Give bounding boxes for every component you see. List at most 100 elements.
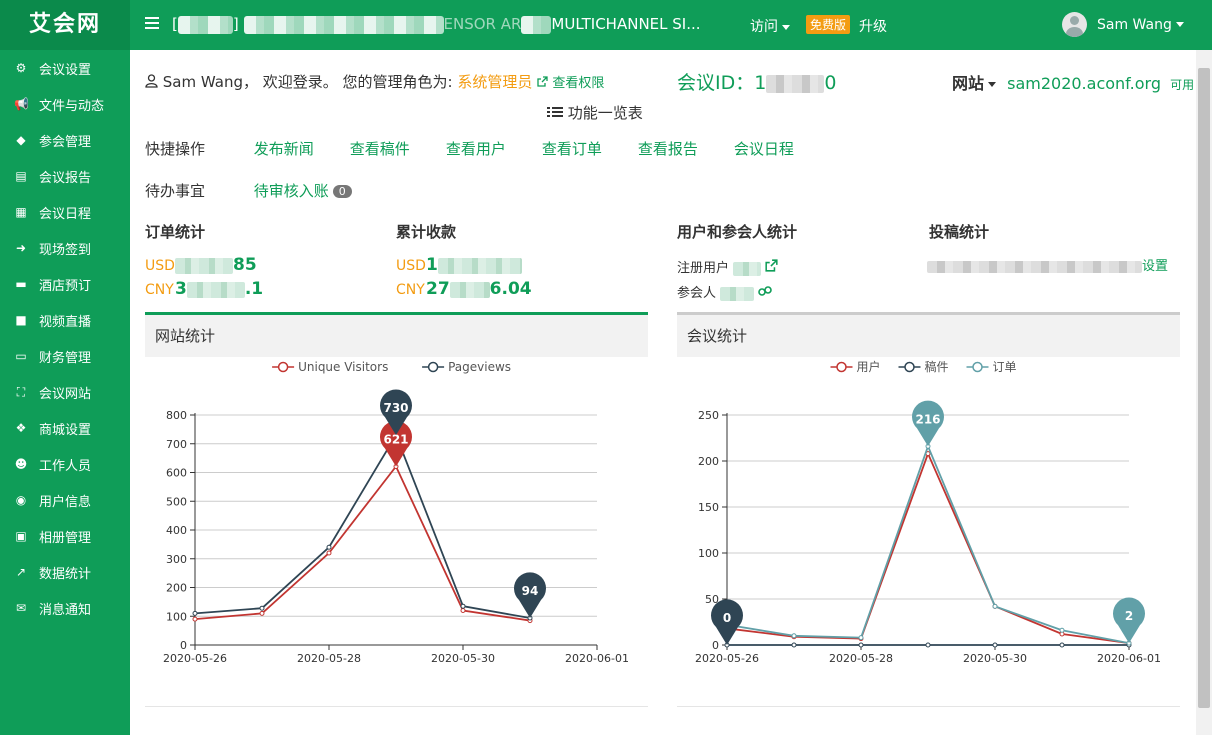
sidebar-item[interactable]: ■ 视频直播 — [0, 302, 130, 338]
orders-stats-title: 订单统计 — [145, 223, 206, 241]
bullhorn-icon: 📢 — [14, 97, 29, 111]
data-pin-label: 2 — [1125, 609, 1133, 623]
scrollbar-thumb[interactable] — [1198, 68, 1210, 708]
top-bar: 艾会网 [] ENSOR AR MULTICHANNEL SI... 访问 免费版… — [0, 0, 1212, 50]
redacted-text — [521, 15, 552, 34]
user-name: Sam Wang — [1097, 16, 1172, 33]
data-point — [858, 635, 864, 641]
title-bracket-close: ] — [232, 15, 239, 33]
upgrade-link[interactable]: 升级 — [859, 16, 887, 36]
sidebar-item[interactable]: ▤ 会议报告 — [0, 158, 130, 194]
legend-label: 稿件 — [925, 359, 949, 374]
legend-marker — [427, 361, 439, 373]
cubes-icon: ❖ — [15, 421, 27, 435]
orders-cny-value-head: 3 — [175, 279, 187, 299]
quick-action-link[interactable]: 查看稿件 — [350, 138, 410, 159]
y-tick-label: 100 — [698, 547, 719, 560]
y-tick-label: 250 — [698, 409, 719, 422]
sidebar-item-label: 会议报告 — [39, 170, 92, 186]
quick-action-link[interactable]: 查看订单 — [542, 138, 602, 159]
redacted-text — [243, 15, 444, 34]
conference-stats-panel: 会议统计 用户 稿件 订单 0 50 100 150 200 250 2020-05-26 2020… — [677, 312, 1180, 708]
list-icon — [547, 107, 563, 117]
site-url-link[interactable]: sam2020.aconf.org — [1007, 74, 1161, 93]
link-icon[interactable] — [758, 285, 773, 297]
sidebar-item[interactable]: ▦ 会议日程 — [0, 194, 130, 230]
sidebar-item[interactable]: ❖ 商城设置 — [0, 410, 130, 446]
view-permission-link[interactable]: 查看权限 — [537, 76, 604, 91]
visit-dropdown[interactable]: 访问 — [750, 16, 790, 36]
caret-down-icon — [1175, 22, 1184, 27]
conference-title: [] ENSOR AR MULTICHANNEL SI... — [172, 15, 732, 34]
data-point — [992, 642, 998, 648]
pending-approval-link[interactable]: 待审核入账 — [254, 182, 329, 200]
scrollbar[interactable] — [1196, 50, 1212, 735]
sidebar-item[interactable]: ◆ 参会管理 — [0, 122, 130, 158]
free-plan-badge: 免费版 — [806, 15, 851, 34]
quick-action-link[interactable]: 会议日程 — [734, 138, 794, 159]
sidebar-item[interactable]: ◉ 用户信息 — [0, 482, 130, 518]
legend-marker — [277, 361, 289, 373]
data-point — [460, 603, 466, 609]
data-pin-label: 730 — [383, 401, 408, 415]
sidebar-item[interactable]: 📢 文件与动态 — [0, 86, 130, 122]
sidebar-item[interactable]: ⚙ 会议设置 — [0, 50, 130, 86]
orders-usd-value: 85 — [233, 255, 257, 275]
signin-icon: ➜ — [15, 241, 27, 255]
sidebar-item[interactable]: ▭ 财务管理 — [0, 338, 130, 374]
y-tick-label: 200 — [166, 582, 187, 595]
data-pin-label: 0 — [723, 611, 731, 625]
site-stats-chart: Unique Visitors Pageviews 0 100 200 300 400 500… — [163, 360, 629, 665]
pending-count-badge: 0 — [332, 185, 352, 198]
users-icon: ☻ — [14, 457, 28, 471]
brand-logo[interactable]: 艾会网 — [0, 0, 130, 50]
submission-settings-link[interactable]: 设置 — [1142, 259, 1168, 274]
legend-label: 订单 — [993, 360, 1017, 374]
sidebar-item[interactable]: ✉ 消息通知 — [0, 590, 130, 626]
x-tick-label: 2020-05-30 — [431, 652, 495, 665]
sidebar-item[interactable]: ▣ 相册管理 — [0, 518, 130, 554]
sidebar-item-label: 工作人员 — [39, 458, 92, 474]
site-status: 可用 — [1170, 78, 1195, 92]
redacted-text — [449, 282, 490, 298]
attendees: 参会人 — [677, 282, 773, 301]
sidebar-item[interactable]: ⛶ 会议网站 — [0, 374, 130, 410]
sidebar-item[interactable]: ➜ 现场签到 — [0, 230, 130, 266]
video-icon: ■ — [15, 313, 27, 327]
x-tick-label: 2020-06-01 — [565, 652, 629, 665]
x-tick-label: 2020-06-01 — [1097, 652, 1161, 665]
y-tick-label: 300 — [166, 553, 187, 566]
legend-marker — [836, 361, 847, 373]
currency-label: USD — [396, 258, 426, 274]
data-point — [925, 642, 931, 648]
quick-action-link[interactable]: 查看用户 — [446, 138, 506, 159]
conference-id-suffix: 0 — [824, 72, 837, 94]
sidebar-item[interactable]: ▬ 酒店预订 — [0, 266, 130, 302]
sidebar-item-label: 视频直播 — [39, 314, 92, 330]
data-point — [1059, 642, 1065, 648]
income-cny-value-head: 27 — [426, 279, 450, 299]
legend-label: Pageviews — [448, 360, 511, 374]
x-tick-label: 2020-05-28 — [297, 652, 361, 665]
user-menu[interactable]: Sam Wang — [1062, 12, 1184, 37]
data-point — [259, 605, 265, 611]
sidebar-item-label: 用户信息 — [39, 494, 92, 510]
quick-action-link[interactable]: 发布新闻 — [254, 138, 314, 159]
site-info: 网站 sam2020.aconf.org 可用 — [952, 70, 1194, 94]
function-list-link[interactable]: 功能一览表 — [547, 102, 643, 123]
quick-action-link[interactable]: 查看报告 — [638, 138, 698, 159]
x-tick-label: 2020-05-26 — [163, 652, 227, 665]
data-point — [992, 603, 998, 609]
menu-toggle-icon[interactable] — [145, 17, 159, 31]
avatar — [1062, 12, 1087, 37]
site-dropdown[interactable]: 网站 — [952, 74, 997, 93]
external-link-icon[interactable] — [765, 259, 778, 272]
function-list-label: 功能一览表 — [567, 104, 643, 122]
sidebar-item[interactable]: ☻ 工作人员 — [0, 446, 130, 482]
users-stats-title: 用户和参会人统计 — [677, 223, 798, 241]
sidebar-item[interactable]: ↗ 数据统计 — [0, 554, 130, 590]
role-link[interactable]: 系统管理员 — [457, 73, 532, 91]
main-content: Sam Wang， 欢迎登录。 您的管理角色为: 系统管理员 查看权限 功能一览… — [130, 50, 1196, 735]
registered-users: 注册用户 — [677, 257, 778, 276]
sidebar-item-label: 会议网站 — [39, 386, 92, 402]
